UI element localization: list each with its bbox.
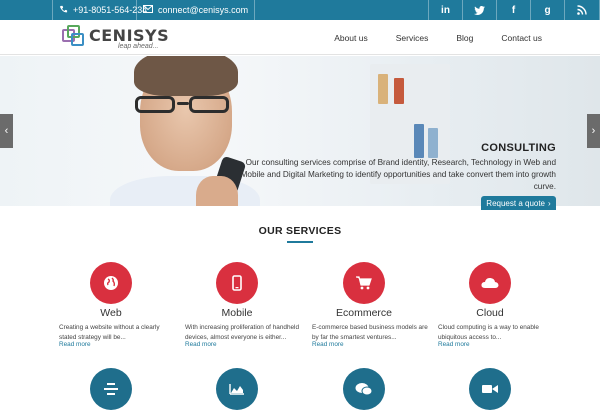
email-contact[interactable]: connect@cenisys.com <box>136 0 256 20</box>
email-address: connect@cenisys.com <box>158 5 249 15</box>
video-icon[interactable] <box>469 368 511 410</box>
service-description: Creating a website without a clearly sta… <box>59 324 160 341</box>
nav-services[interactable]: Services <box>396 33 429 43</box>
nav-about-us[interactable]: About us <box>334 33 368 43</box>
service-description: With increasing proliferation of handhel… <box>185 324 300 341</box>
mobile-icon[interactable] <box>216 262 258 304</box>
service-name: Ecommerce <box>335 307 392 319</box>
rss-icon[interactable] <box>564 0 600 20</box>
heading-underline <box>287 241 313 243</box>
hero-description: Our consulting services comprise of Bran… <box>240 158 556 191</box>
service-description: E-commerce based business models are by … <box>312 324 428 341</box>
cloud-icon[interactable] <box>469 262 511 304</box>
read-more-link[interactable]: Read more <box>438 341 470 348</box>
envelope-icon <box>143 5 153 15</box>
globe-icon[interactable] <box>90 262 132 304</box>
chevron-right-icon: › <box>591 125 596 137</box>
request-quote-button[interactable]: Request a quote › <box>481 196 556 210</box>
chat-icon[interactable] <box>343 368 385 410</box>
person-hair <box>134 56 238 96</box>
services-heading: OUR SERVICES <box>258 225 342 237</box>
read-more-link[interactable]: Read more <box>59 341 91 348</box>
phone-icon <box>59 5 68 16</box>
facebook-icon[interactable]: f <box>496 0 530 20</box>
stack-icon[interactable] <box>90 368 132 410</box>
top-bar: +91-8051-564-234 connect@cenisys.com in … <box>0 0 600 20</box>
brand-tagline: leap ahead... <box>118 43 159 50</box>
hero-title: CONSULTING <box>481 142 556 154</box>
linkedin-icon[interactable]: in <box>428 0 462 20</box>
nav-blog[interactable]: Blog <box>456 33 473 43</box>
service-description: Cloud computing is a way to enable ubiqu… <box>438 324 539 341</box>
google-plus-icon[interactable]: g <box>530 0 564 20</box>
brand-logo[interactable]: CENISYS leap ahead... <box>62 24 169 52</box>
glasses <box>135 96 240 114</box>
slider-next-button[interactable]: › <box>587 114 600 148</box>
request-quote-label: Request a quote <box>486 198 546 208</box>
primary-menu: About us Services Blog Contact us <box>334 20 542 55</box>
logo-mark-icon <box>62 25 86 49</box>
cart-icon[interactable] <box>343 262 385 304</box>
read-more-link[interactable]: Read more <box>312 341 344 348</box>
service-name: Cloud <box>476 307 504 319</box>
nav-contact-us[interactable]: Contact us <box>501 33 542 43</box>
read-more-link[interactable]: Read more <box>185 341 217 348</box>
twitter-icon[interactable] <box>462 0 496 20</box>
service-name: Mobile <box>221 307 253 319</box>
hand <box>196 176 238 206</box>
slider-prev-button[interactable]: ‹ <box>0 114 13 148</box>
social-links: in f g <box>428 0 600 20</box>
chevron-left-icon: ‹ <box>4 125 9 137</box>
chevron-right-icon: › <box>548 198 551 208</box>
main-navbar: CENISYS leap ahead... About us Services … <box>0 20 600 55</box>
chart-icon[interactable] <box>216 368 258 410</box>
service-name: Web <box>100 307 122 319</box>
